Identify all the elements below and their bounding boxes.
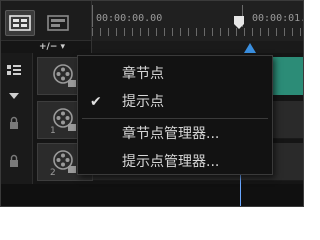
checkmark-icon: ✔: [90, 94, 102, 110]
time-ruler[interactable]: 00:00:00.00 00:00:01.0: [91, 1, 303, 53]
time-label-next: 00:00:01.0: [252, 13, 303, 24]
video-editor-timeline: 00:00:00.00 00:00:01.0 +/− ▾: [0, 0, 304, 207]
storyboard-view-icon: [9, 15, 31, 31]
menu-item-label: 章节点: [122, 66, 164, 82]
video-clip[interactable]: [269, 57, 303, 95]
menu-item-chapter-point[interactable]: 章节点: [78, 60, 272, 88]
view-toolbar: [1, 1, 91, 41]
menu-item-cue-point-manager[interactable]: 提示点管理器...: [78, 148, 272, 176]
time-label-start: 00:00:00.00: [96, 13, 163, 24]
track-number: 1: [50, 126, 56, 136]
cue-point-marker-icon[interactable]: [244, 43, 256, 53]
menu-item-label: 提示点管理器...: [122, 154, 220, 170]
marker-menu-button[interactable]: +/− ▾: [39, 41, 91, 53]
timeline-view-icon: [47, 15, 69, 31]
lock-icon[interactable]: [6, 116, 22, 130]
menu-item-chapter-point-manager[interactable]: 章节点管理器...: [78, 120, 272, 148]
track-manager-icon[interactable]: [6, 63, 22, 77]
ruler-major-tick: [92, 5, 93, 27]
timeline-view-button[interactable]: [43, 10, 73, 36]
chapter-marker-icon[interactable]: [233, 15, 245, 30]
empty-track-area: [1, 184, 303, 206]
marker-row[interactable]: [92, 41, 303, 53]
marker-context-menu: 章节点 ✔ 提示点 章节点管理器... 提示点管理器...: [77, 55, 273, 175]
menu-item-label: 提示点: [122, 94, 164, 110]
ruler-ticks: [92, 28, 303, 36]
collapse-down-icon[interactable]: [6, 89, 22, 103]
track-number: 2: [50, 168, 56, 178]
film-reel-icon: [53, 108, 76, 131]
lock-icon[interactable]: [6, 154, 22, 168]
film-reel-icon: [53, 150, 76, 173]
storyboard-view-button[interactable]: [5, 10, 35, 36]
menu-item-label: 章节点管理器...: [122, 126, 220, 142]
film-reel-icon: [53, 64, 76, 87]
menu-separator: [82, 118, 268, 119]
menu-item-cue-point[interactable]: ✔ 提示点: [78, 88, 272, 116]
